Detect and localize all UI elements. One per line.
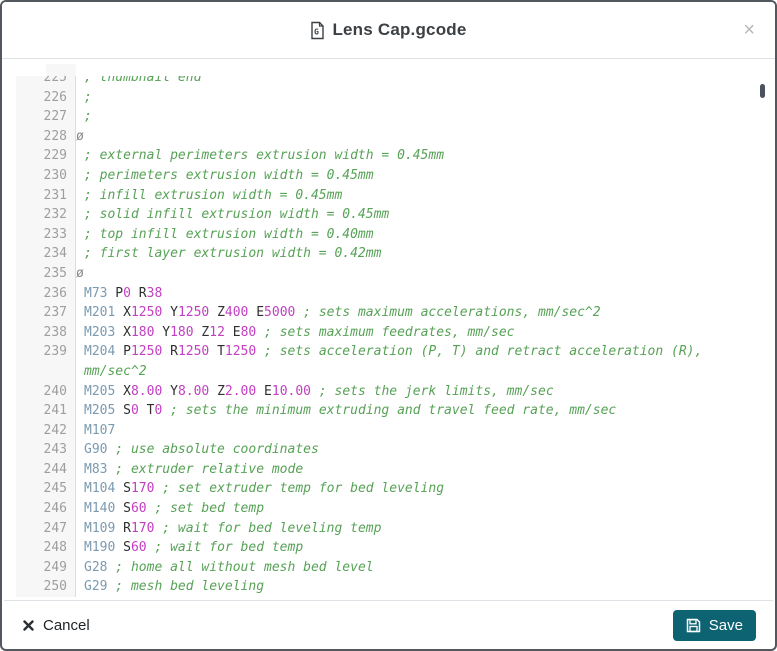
code-line[interactable]: 250 G29 ; mesh bed leveling (16, 577, 757, 597)
line-number: 242 (43, 422, 67, 438)
code-line[interactable]: 243 G90 ; use absolute coordinates (16, 440, 757, 460)
code-line[interactable]: 242 M107 (16, 421, 757, 441)
code-line[interactable]: 245 M104 S170 ; set extruder temp for bed… (16, 479, 757, 499)
x-icon (23, 619, 34, 631)
line-content[interactable]: M104 S170 ; set extruder temp for bed le… (84, 479, 444, 499)
code-line[interactable]: 249 G28 ; home all without mesh bed level (16, 558, 757, 578)
code-line[interactable]: 233 ; top infill extrusion width = 0.40mm (16, 225, 757, 245)
line-number: 250 (43, 579, 67, 595)
code-line[interactable]: 227; (16, 107, 757, 127)
code-line[interactable]: 244 M83 ; extruder relative mode (16, 460, 757, 480)
line-content[interactable]: M205 S0 T0 ; sets the minimum extruding … (84, 401, 616, 421)
line-number: 227 (43, 109, 67, 125)
line-number: 238 (43, 324, 67, 340)
line-number: 241 (43, 403, 67, 419)
line-content[interactable]: ; solid infill extrusion width = 0.45mm (84, 205, 389, 225)
gcode-editor-modal: G Lens Cap.gcode × 225; thumbnail end 226… (0, 0, 777, 651)
line-number: 243 (43, 442, 67, 458)
code-line[interactable]: 246 M140 S60 ; set bed temp (16, 499, 757, 519)
line-number: 233 (43, 226, 67, 242)
line-content[interactable]: M107 (84, 421, 115, 441)
scrollbar-thumb[interactable] (760, 84, 765, 98)
line-content[interactable]: ; infill extrusion width = 0.45mm (84, 186, 342, 206)
line-content[interactable]: G29 ; mesh bed leveling (84, 577, 264, 597)
code-line[interactable]: 232 ; solid infill extrusion width = 0.45… (16, 205, 757, 225)
line-content[interactable]: M203 X180 Y180 Z12 E80 ; sets maximum fe… (84, 323, 515, 343)
modal-header: G Lens Cap.gcode × (2, 2, 775, 59)
scroll-clip-gutter (46, 64, 76, 76)
line-number: 228 (43, 128, 67, 144)
line-number: 231 (43, 187, 67, 203)
code-line[interactable]: 234 ; first layer extrusion width = 0.42m… (16, 244, 757, 264)
line-number: 235 (43, 265, 67, 281)
line-content[interactable]: ; first layer extrusion width = 0.42mm (84, 244, 381, 264)
line-number: 226 (43, 89, 67, 105)
save-button[interactable]: Save (672, 609, 756, 641)
line-number: 229 (43, 148, 67, 164)
line-number: 244 (43, 461, 67, 477)
code-line[interactable]: 239 M204 P1250 R1250 T1250 ; sets acceler… (16, 342, 757, 381)
line-content[interactable]: M83 ; extruder relative mode (84, 460, 303, 480)
line-content[interactable]: M205 X8.00 Y8.00 Z2.00 E10.00 ; sets the… (84, 382, 554, 402)
page: G Lens Cap.gcode × 225; thumbnail end 226… (0, 0, 777, 651)
modal-title: G Lens Cap.gcode (310, 20, 466, 40)
line-content[interactable]: M190 S60 ; wait for bed temp (84, 538, 303, 558)
save-label: Save (708, 616, 743, 634)
line-content[interactable]: ; (84, 88, 92, 108)
line-content[interactable]: G90 ; use absolute coordinates (84, 440, 319, 460)
cancel-button[interactable]: Cancel (21, 613, 92, 638)
line-number: 245 (43, 481, 67, 497)
line-number: 247 (43, 520, 67, 536)
floppy-disk-icon (686, 618, 701, 633)
scroll-clip-corner (16, 60, 46, 76)
line-number: 240 (43, 383, 67, 399)
code-line[interactable]: 231 ; infill extrusion width = 0.45mm (16, 186, 757, 206)
line-content[interactable]: G28 ; home all without mesh bed level (84, 558, 374, 578)
line-number: 249 (43, 559, 67, 575)
code-rows: 225; thumbnail end 226; 227; 228 ø 229; exter… (16, 68, 757, 597)
line-number: 234 (43, 246, 67, 262)
line-number: 237 (43, 305, 67, 321)
line-content[interactable]: ; (84, 107, 92, 127)
code-line[interactable]: 230 ; perimeters extrusion width = 0.45mm (16, 166, 757, 186)
code-editor[interactable]: 225; thumbnail end 226; 227; 228 ø 229; exter… (4, 60, 773, 599)
line-content[interactable]: M204 P1250 R1250 T1250 ; sets accelerati… (84, 342, 757, 381)
svg-text:G: G (314, 27, 319, 36)
cancel-label: Cancel (43, 616, 90, 634)
scroll-clip-content (77, 60, 773, 76)
line-content[interactable]: M109 R170 ; wait for bed leveling temp (84, 519, 381, 539)
code-line[interactable]: 247 M109 R170 ; wait for bed leveling tem… (16, 519, 757, 539)
line-number: 239 (43, 344, 67, 360)
line-number: 232 (43, 207, 67, 223)
line-content[interactable]: M73 P0 R38 (84, 284, 162, 304)
file-name-title: Lens Cap.gcode (332, 20, 467, 39)
line-number: 246 (43, 501, 67, 517)
line-content[interactable]: ; top infill extrusion width = 0.40mm (84, 225, 374, 245)
code-line[interactable]: 228 ø (16, 127, 757, 147)
line-content[interactable]: M140 S60 ; set bed temp (84, 499, 264, 519)
gcode-file-icon: G (310, 21, 325, 40)
code-line[interactable]: 240 M205 X8.00 Y8.00 Z2.00 E10.00 ; sets … (16, 382, 757, 402)
line-content[interactable]: ; external perimeters extrusion width = … (84, 146, 444, 166)
close-icon[interactable]: × (739, 18, 759, 42)
line-content[interactable]: ; perimeters extrusion width = 0.45mm (84, 166, 374, 186)
code-line[interactable]: 248 M190 S60 ; wait for bed temp (16, 538, 757, 558)
line-number: 248 (43, 540, 67, 556)
code-line[interactable]: 226; (16, 88, 757, 108)
code-line[interactable]: 229 ; external perimeters extrusion width… (16, 146, 757, 166)
code-line[interactable]: 241 M205 S0 T0 ; sets the minimum extrudi… (16, 401, 757, 421)
line-number: 230 (43, 167, 67, 183)
code-line[interactable]: 236 M73 P0 R38 (16, 284, 757, 304)
line-content[interactable]: M201 X1250 Y1250 Z400 E5000 ; sets maxim… (84, 303, 601, 323)
line-number: 236 (43, 285, 67, 301)
code-line[interactable]: 238 M203 X180 Y180 Z12 E80 ; sets maximum… (16, 323, 757, 343)
code-line[interactable]: 235 ø (16, 264, 757, 284)
code-line[interactable]: 237 M201 X1250 Y1250 Z400 E5000 ; sets ma… (16, 303, 757, 323)
modal-footer: Cancel Save (4, 600, 773, 649)
